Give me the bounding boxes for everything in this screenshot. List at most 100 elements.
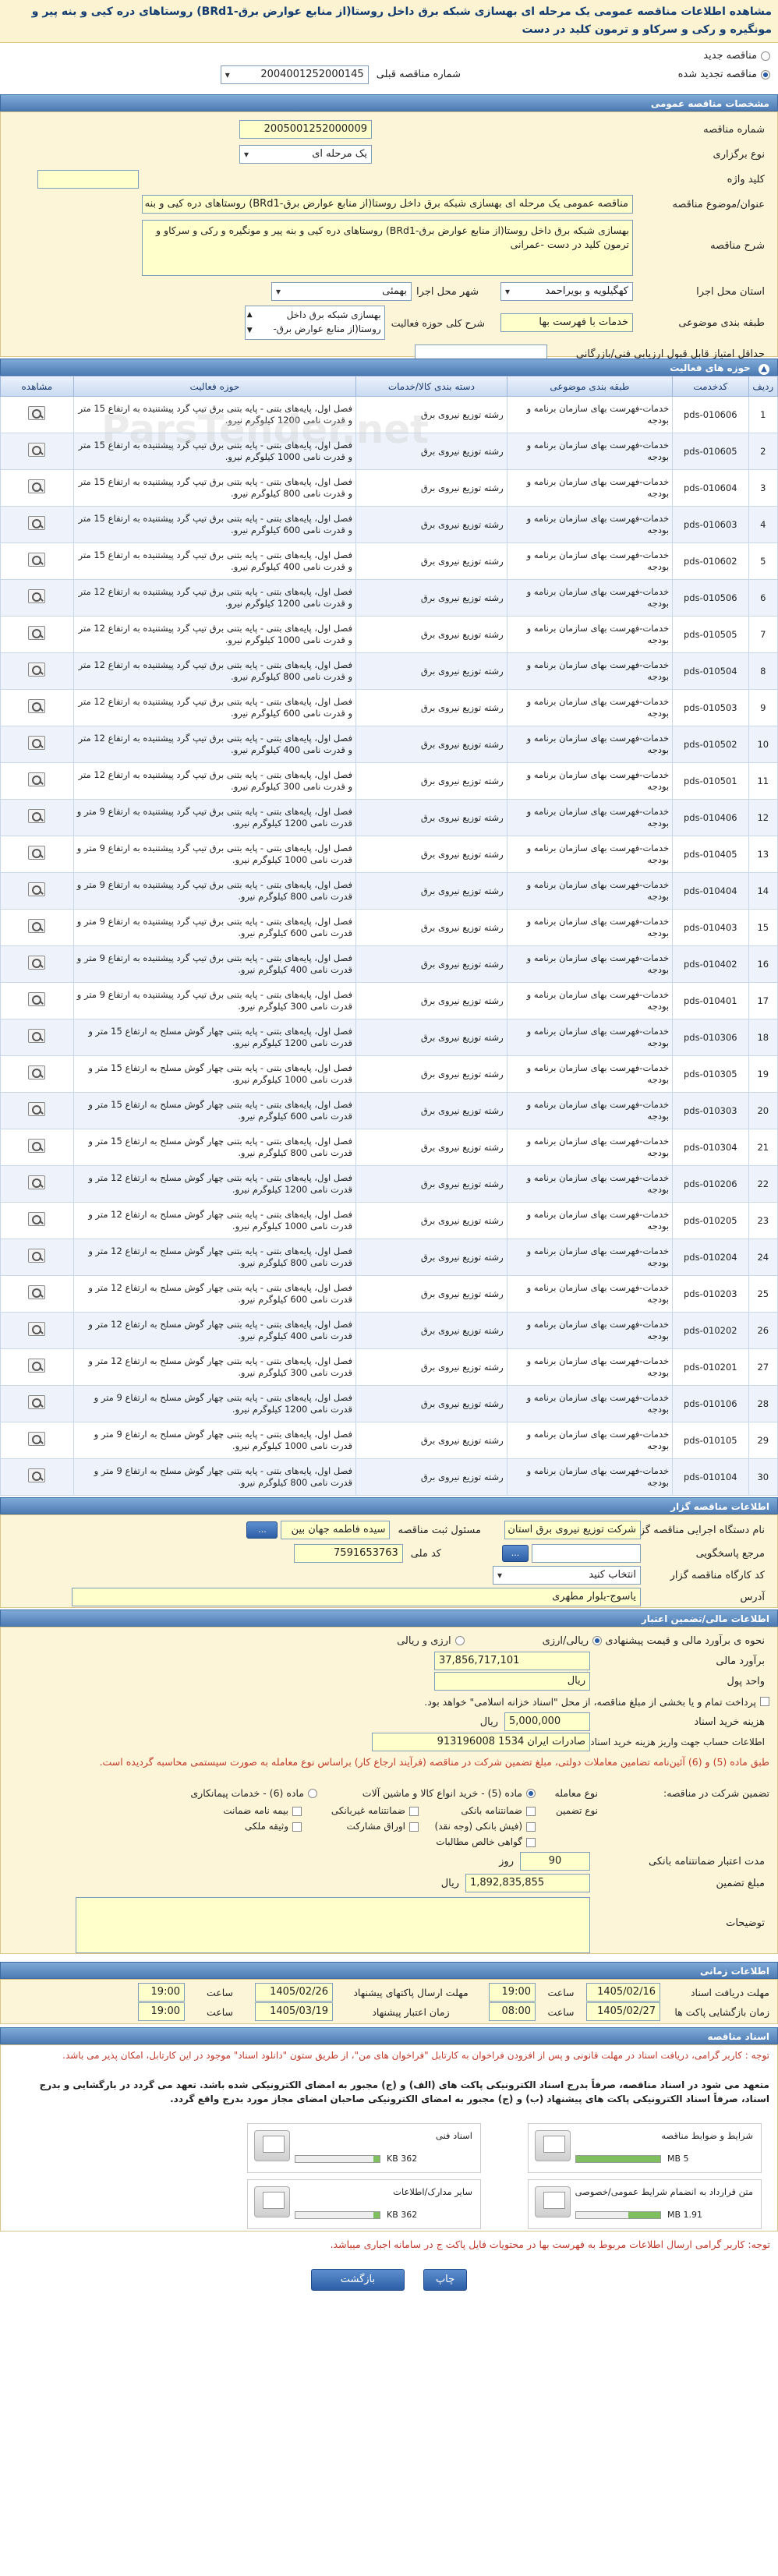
submit-time[interactable]: 19:00 [138,1983,185,2002]
account-field[interactable]: صادرات ایران 1534 913196008 [372,1733,590,1751]
view-icon[interactable] [28,663,46,677]
view-icon[interactable] [28,1249,46,1263]
view-icon[interactable] [28,443,46,457]
org-officer-field[interactable]: سیده فاطمه جهان بین [281,1521,391,1539]
workshop-select[interactable]: انتخاب کنید [493,1566,641,1585]
ref-browse-button[interactable]: ... [502,1545,529,1562]
view-icon[interactable] [28,919,46,933]
scroll-down-icon[interactable]: ▼ [247,323,253,337]
time-row-2: زمان بازگشایی پاکت ها 1405/02/27 ساعت 08… [9,2002,769,2022]
renewed-tender-radio[interactable] [761,70,770,80]
econ-code-field[interactable]: 7591653763 [293,1544,403,1563]
g-bond-option[interactable]: اوراق مشارکت [302,1821,419,1832]
city-select[interactable]: بهمئی [271,282,412,301]
view-icon[interactable] [28,1359,46,1373]
goods-cell: رشته توزیع نیروی برق [355,726,507,763]
file-card-4[interactable]: سایر مدارک/اطلاعات 362 KB [247,2179,481,2229]
keyword-field[interactable] [37,170,139,189]
deal-services-option[interactable]: ماده (6) - خدمات پیمانکاری [190,1787,317,1799]
file-card-1[interactable]: شرایط و ضوابط مناقصه 5 MB [528,2123,762,2173]
province-select[interactable]: کهگیلویه و بویراحمد [500,282,633,301]
doc-receive-time[interactable]: 19:00 [489,1983,536,2002]
new-tender-option[interactable]: مناقصه جدید [8,48,770,65]
back-button[interactable]: بازگشت [310,2269,405,2291]
row-number: 2 [748,433,778,470]
doc-fee-field[interactable]: 5,000,000 [504,1712,590,1731]
activity-list[interactable]: بهسازی شبکه برق داخل روستا(از منابع عوار… [244,306,385,340]
view-icon[interactable] [28,1175,46,1189]
view-icon[interactable] [28,1139,46,1153]
open-date[interactable]: 1405/02/27 [586,2002,660,2021]
file-card-2[interactable]: اسناد فنی 362 KB [247,2123,481,2173]
view-icon[interactable] [28,772,46,786]
view-icon[interactable] [28,553,46,567]
goods-cell: رشته توزیع نیروی برق [355,1275,507,1313]
row-number: 10 [748,726,778,763]
view-icon[interactable] [28,1029,46,1043]
view-icon[interactable] [28,1322,46,1336]
address-field[interactable]: یاسوج-بلوار مطهری [72,1588,641,1606]
currency-option[interactable]: ارزی و ریالی [397,1635,465,1647]
org-officer-browse-button[interactable]: ... [246,1521,278,1539]
file-card-3[interactable]: متن قرارداد به انضمام شرایط عمومی/خصوصی … [528,2179,762,2229]
view-icon[interactable] [28,1212,46,1226]
validity-time[interactable]: 19:00 [138,2002,185,2021]
view-icon[interactable] [28,699,46,713]
view-icon[interactable] [28,809,46,823]
print-button[interactable]: چاپ [423,2269,468,2291]
view-icon[interactable] [28,479,46,493]
validity-field[interactable]: 90 [520,1852,590,1871]
g-property-option[interactable]: وثیقه ملکی [185,1821,302,1832]
table-row: 4 pds-010603 خدمات-فهرست بهای سازمان برنام… [0,506,778,543]
prev-number-select[interactable]: 2004001252000145 [220,65,369,84]
table-row: 27 pds-010201 خدمات-فهرست بهای سازمان برنا… [0,1348,778,1386]
g-deposit-option[interactable]: گواهی خالص مطالبات [419,1836,536,1847]
rial-option[interactable]: ریالی/ارزی [543,1635,602,1647]
view-icon[interactable] [28,626,46,640]
g-cash-option[interactable]: (فیش بانکی (وجه نقد) [419,1821,536,1832]
validity-date[interactable]: 1405/03/19 [255,2002,333,2021]
view-icon[interactable] [28,882,46,896]
deal-goods-option[interactable]: ماده (5) - خرید انواع کالا و ماشین آلات [317,1787,536,1799]
category-field[interactable]: خدمات با فهرست بها [500,313,633,332]
view-icon[interactable] [28,1432,46,1446]
view-icon[interactable] [28,1285,46,1299]
new-tender-radio[interactable] [761,51,770,61]
submit-date[interactable]: 1405/02/26 [255,1983,333,2002]
desc-field[interactable]: بهسازی شبکه برق داخل روستا(از منابع عوار… [142,220,633,276]
view-icon[interactable] [28,589,46,603]
hold-type-select[interactable]: یک مرحله ای [239,145,372,164]
estimate-field[interactable]: 37,856,717,101 [434,1652,590,1670]
tender-number-field[interactable]: 2005001252000009 [239,120,372,139]
keyword-row: کلید واژه [1,167,777,192]
collapse-icon[interactable]: ▲ [759,364,769,375]
row-number: 3 [748,469,778,507]
subject-field[interactable]: مناقصه عمومی یک مرحله ای بهسازی شبکه برق… [142,195,633,214]
g-nonbank-option[interactable]: ضمانتنامه غیربانکی [302,1805,419,1816]
view-icon[interactable] [28,1102,46,1116]
view-icon[interactable] [28,516,46,530]
scroll-up-icon[interactable]: ▲ [247,308,253,322]
g-insurance-option[interactable]: بیمه نامه ضمانت [185,1805,302,1816]
view-icon[interactable] [28,1065,46,1080]
unit-field[interactable]: ریال [434,1672,590,1691]
g-bank-option[interactable]: ضمانتنامه بانکی [419,1805,536,1816]
org-name-field[interactable]: شرکت توزیع نیروی برق استان کهگیلویه و بو… [504,1521,641,1539]
guarantee-amount-field[interactable]: 1,892,835,855 [465,1874,590,1892]
renewed-tender-option[interactable]: مناقصه تجدید شده شماره مناقصه قبلی 20040… [8,65,770,85]
open-time[interactable]: 08:00 [489,2002,536,2021]
notes-field[interactable] [76,1897,590,1953]
doc-receive-date[interactable]: 1405/02/16 [586,1983,660,2002]
view-cell [0,1165,74,1203]
view-icon[interactable] [28,1395,46,1409]
view-icon[interactable] [28,1468,46,1482]
view-icon[interactable] [28,846,46,860]
service-code: pds-010504 [672,652,749,690]
view-icon[interactable] [28,406,46,420]
row-number: 22 [748,1165,778,1203]
view-icon[interactable] [28,956,46,970]
ref-field[interactable] [532,1544,641,1563]
view-icon[interactable] [28,992,46,1006]
view-icon[interactable] [28,736,46,750]
treasury-checkbox[interactable] [760,1697,769,1706]
